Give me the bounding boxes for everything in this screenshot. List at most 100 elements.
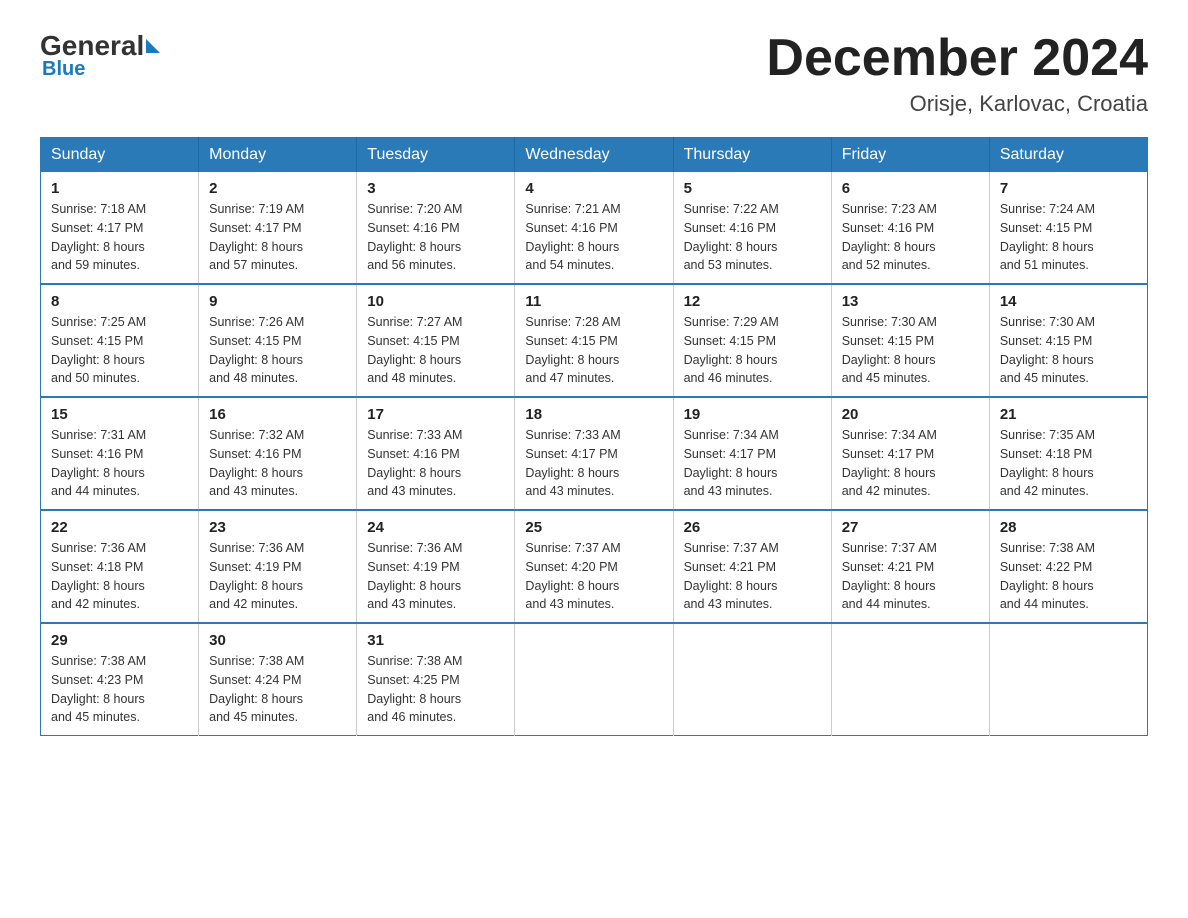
weekday-header-tuesday: Tuesday [357, 138, 515, 173]
day-number: 6 [842, 180, 979, 197]
day-info: Sunrise: 7:38 AMSunset: 4:25 PMDaylight:… [367, 654, 462, 724]
calendar-cell: 31 Sunrise: 7:38 AMSunset: 4:25 PMDaylig… [357, 623, 515, 736]
calendar-cell: 25 Sunrise: 7:37 AMSunset: 4:20 PMDaylig… [515, 510, 673, 623]
weekday-header-thursday: Thursday [673, 138, 831, 173]
day-number: 24 [367, 519, 504, 536]
day-number: 4 [525, 180, 662, 197]
weekday-header-saturday: Saturday [989, 138, 1147, 173]
day-number: 1 [51, 180, 188, 197]
day-info: Sunrise: 7:35 AMSunset: 4:18 PMDaylight:… [1000, 428, 1095, 498]
logo-arrow-icon [146, 39, 160, 53]
day-info: Sunrise: 7:36 AMSunset: 4:19 PMDaylight:… [367, 541, 462, 611]
day-number: 3 [367, 180, 504, 197]
day-info: Sunrise: 7:25 AMSunset: 4:15 PMDaylight:… [51, 315, 146, 385]
calendar-cell: 17 Sunrise: 7:33 AMSunset: 4:16 PMDaylig… [357, 397, 515, 510]
day-number: 20 [842, 406, 979, 423]
day-number: 16 [209, 406, 346, 423]
day-info: Sunrise: 7:24 AMSunset: 4:15 PMDaylight:… [1000, 202, 1095, 272]
day-info: Sunrise: 7:37 AMSunset: 4:21 PMDaylight:… [684, 541, 779, 611]
day-info: Sunrise: 7:33 AMSunset: 4:16 PMDaylight:… [367, 428, 462, 498]
day-info: Sunrise: 7:38 AMSunset: 4:22 PMDaylight:… [1000, 541, 1095, 611]
day-info: Sunrise: 7:30 AMSunset: 4:15 PMDaylight:… [1000, 315, 1095, 385]
calendar-cell: 16 Sunrise: 7:32 AMSunset: 4:16 PMDaylig… [199, 397, 357, 510]
calendar-cell: 28 Sunrise: 7:38 AMSunset: 4:22 PMDaylig… [989, 510, 1147, 623]
calendar-cell: 8 Sunrise: 7:25 AMSunset: 4:15 PMDayligh… [41, 284, 199, 397]
day-number: 28 [1000, 519, 1137, 536]
calendar-cell: 3 Sunrise: 7:20 AMSunset: 4:16 PMDayligh… [357, 172, 515, 284]
calendar-cell: 7 Sunrise: 7:24 AMSunset: 4:15 PMDayligh… [989, 172, 1147, 284]
calendar-cell: 18 Sunrise: 7:33 AMSunset: 4:17 PMDaylig… [515, 397, 673, 510]
day-info: Sunrise: 7:37 AMSunset: 4:21 PMDaylight:… [842, 541, 937, 611]
day-number: 29 [51, 632, 188, 649]
calendar-cell: 5 Sunrise: 7:22 AMSunset: 4:16 PMDayligh… [673, 172, 831, 284]
day-info: Sunrise: 7:34 AMSunset: 4:17 PMDaylight:… [842, 428, 937, 498]
month-year-title: December 2024 [766, 30, 1148, 87]
weekday-header-sunday: Sunday [41, 138, 199, 173]
calendar-cell: 10 Sunrise: 7:27 AMSunset: 4:15 PMDaylig… [357, 284, 515, 397]
day-number: 31 [367, 632, 504, 649]
calendar-cell: 14 Sunrise: 7:30 AMSunset: 4:15 PMDaylig… [989, 284, 1147, 397]
day-number: 26 [684, 519, 821, 536]
day-info: Sunrise: 7:30 AMSunset: 4:15 PMDaylight:… [842, 315, 937, 385]
day-info: Sunrise: 7:21 AMSunset: 4:16 PMDaylight:… [525, 202, 620, 272]
day-info: Sunrise: 7:19 AMSunset: 4:17 PMDaylight:… [209, 202, 304, 272]
week-row-1: 1 Sunrise: 7:18 AMSunset: 4:17 PMDayligh… [41, 172, 1148, 284]
day-number: 9 [209, 293, 346, 310]
calendar-table: SundayMondayTuesdayWednesdayThursdayFrid… [40, 137, 1148, 736]
calendar-cell: 15 Sunrise: 7:31 AMSunset: 4:16 PMDaylig… [41, 397, 199, 510]
day-number: 10 [367, 293, 504, 310]
calendar-cell [989, 623, 1147, 736]
day-number: 18 [525, 406, 662, 423]
weekday-header-row: SundayMondayTuesdayWednesdayThursdayFrid… [41, 138, 1148, 173]
day-number: 25 [525, 519, 662, 536]
calendar-cell: 23 Sunrise: 7:36 AMSunset: 4:19 PMDaylig… [199, 510, 357, 623]
day-number: 7 [1000, 180, 1137, 197]
day-info: Sunrise: 7:22 AMSunset: 4:16 PMDaylight:… [684, 202, 779, 272]
day-info: Sunrise: 7:23 AMSunset: 4:16 PMDaylight:… [842, 202, 937, 272]
day-info: Sunrise: 7:28 AMSunset: 4:15 PMDaylight:… [525, 315, 620, 385]
calendar-cell: 6 Sunrise: 7:23 AMSunset: 4:16 PMDayligh… [831, 172, 989, 284]
calendar-cell: 12 Sunrise: 7:29 AMSunset: 4:15 PMDaylig… [673, 284, 831, 397]
day-number: 15 [51, 406, 188, 423]
day-info: Sunrise: 7:38 AMSunset: 4:24 PMDaylight:… [209, 654, 304, 724]
day-number: 14 [1000, 293, 1137, 310]
calendar-cell [515, 623, 673, 736]
day-info: Sunrise: 7:27 AMSunset: 4:15 PMDaylight:… [367, 315, 462, 385]
logo-blue: Blue [42, 58, 85, 81]
day-number: 27 [842, 519, 979, 536]
day-info: Sunrise: 7:26 AMSunset: 4:15 PMDaylight:… [209, 315, 304, 385]
calendar-cell: 29 Sunrise: 7:38 AMSunset: 4:23 PMDaylig… [41, 623, 199, 736]
title-section: December 2024 Orisje, Karlovac, Croatia [766, 30, 1148, 117]
calendar-cell: 19 Sunrise: 7:34 AMSunset: 4:17 PMDaylig… [673, 397, 831, 510]
day-number: 17 [367, 406, 504, 423]
week-row-4: 22 Sunrise: 7:36 AMSunset: 4:18 PMDaylig… [41, 510, 1148, 623]
calendar-cell: 1 Sunrise: 7:18 AMSunset: 4:17 PMDayligh… [41, 172, 199, 284]
weekday-header-friday: Friday [831, 138, 989, 173]
calendar-cell: 9 Sunrise: 7:26 AMSunset: 4:15 PMDayligh… [199, 284, 357, 397]
day-info: Sunrise: 7:37 AMSunset: 4:20 PMDaylight:… [525, 541, 620, 611]
page-header: General Blue December 2024 Orisje, Karlo… [40, 30, 1148, 117]
calendar-cell: 30 Sunrise: 7:38 AMSunset: 4:24 PMDaylig… [199, 623, 357, 736]
day-info: Sunrise: 7:31 AMSunset: 4:16 PMDaylight:… [51, 428, 146, 498]
calendar-cell: 13 Sunrise: 7:30 AMSunset: 4:15 PMDaylig… [831, 284, 989, 397]
calendar-cell: 2 Sunrise: 7:19 AMSunset: 4:17 PMDayligh… [199, 172, 357, 284]
calendar-cell: 11 Sunrise: 7:28 AMSunset: 4:15 PMDaylig… [515, 284, 673, 397]
day-info: Sunrise: 7:34 AMSunset: 4:17 PMDaylight:… [684, 428, 779, 498]
logo: General Blue [40, 30, 160, 81]
day-number: 11 [525, 293, 662, 310]
calendar-cell: 20 Sunrise: 7:34 AMSunset: 4:17 PMDaylig… [831, 397, 989, 510]
week-row-2: 8 Sunrise: 7:25 AMSunset: 4:15 PMDayligh… [41, 284, 1148, 397]
calendar-cell: 24 Sunrise: 7:36 AMSunset: 4:19 PMDaylig… [357, 510, 515, 623]
calendar-cell: 4 Sunrise: 7:21 AMSunset: 4:16 PMDayligh… [515, 172, 673, 284]
day-info: Sunrise: 7:36 AMSunset: 4:19 PMDaylight:… [209, 541, 304, 611]
day-info: Sunrise: 7:18 AMSunset: 4:17 PMDaylight:… [51, 202, 146, 272]
day-number: 13 [842, 293, 979, 310]
weekday-header-monday: Monday [199, 138, 357, 173]
day-info: Sunrise: 7:32 AMSunset: 4:16 PMDaylight:… [209, 428, 304, 498]
week-row-5: 29 Sunrise: 7:38 AMSunset: 4:23 PMDaylig… [41, 623, 1148, 736]
day-number: 5 [684, 180, 821, 197]
calendar-cell: 22 Sunrise: 7:36 AMSunset: 4:18 PMDaylig… [41, 510, 199, 623]
day-number: 21 [1000, 406, 1137, 423]
weekday-header-wednesday: Wednesday [515, 138, 673, 173]
day-info: Sunrise: 7:33 AMSunset: 4:17 PMDaylight:… [525, 428, 620, 498]
